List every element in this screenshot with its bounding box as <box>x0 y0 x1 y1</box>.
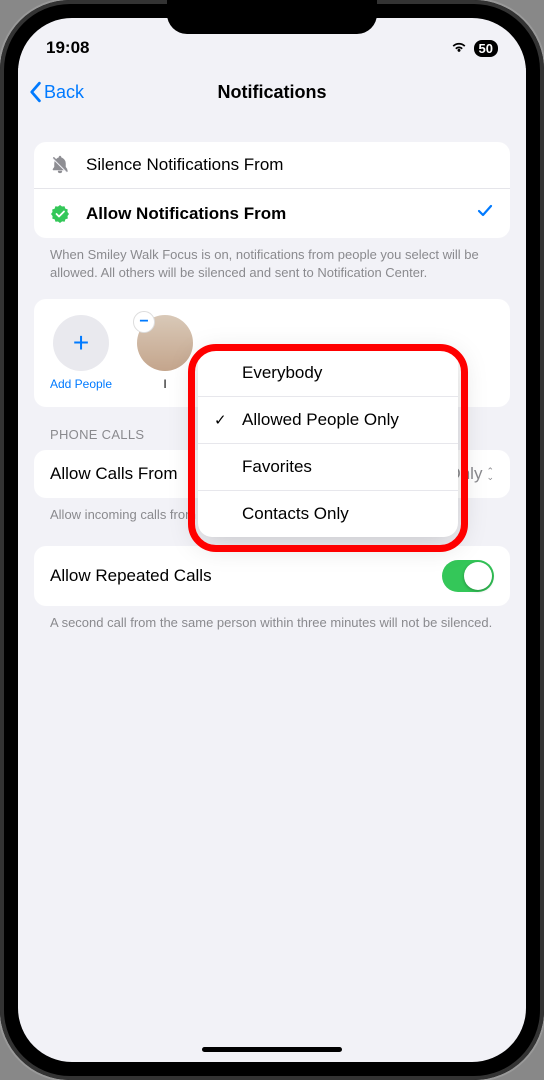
popup-option-label: Allowed People Only <box>242 410 399 430</box>
popup-option-label: Contacts Only <box>242 504 349 524</box>
notch <box>167 0 377 34</box>
repeated-calls-row: Allow Repeated Calls <box>34 546 510 606</box>
popup-option-everybody[interactable]: Everybody <box>198 350 458 397</box>
popup-option-allowed[interactable]: ✓ Allowed People Only <box>198 397 458 444</box>
repeated-calls-label: Allow Repeated Calls <box>50 566 212 586</box>
toggle-knob <box>464 562 492 590</box>
back-button[interactable]: Back <box>28 81 84 103</box>
checkmark-icon: ✓ <box>214 411 234 429</box>
add-people-label: Add People <box>50 377 112 391</box>
chevron-updown-icon: ⌃⌄ <box>486 468 494 480</box>
popup-option-contacts[interactable]: Contacts Only <box>198 491 458 537</box>
contact-name: I <box>163 377 166 391</box>
silence-option[interactable]: Silence Notifications From <box>34 142 510 189</box>
home-indicator[interactable] <box>202 1047 342 1052</box>
status-time: 19:08 <box>46 38 89 58</box>
popup-option-label: Favorites <box>242 457 312 477</box>
phone-frame: 19:08 50 Back Notifications S <box>0 0 544 1080</box>
allow-option[interactable]: Allow Notifications From <box>34 189 510 238</box>
wifi-icon <box>450 39 468 58</box>
notification-mode-card: Silence Notifications From Allow Notific… <box>34 142 510 238</box>
repeated-calls-description: A second call from the same person withi… <box>34 606 510 632</box>
repeated-calls-toggle[interactable] <box>442 560 494 592</box>
screen: 19:08 50 Back Notifications S <box>18 18 526 1062</box>
allow-label: Allow Notifications From <box>86 204 476 224</box>
plus-icon: + <box>53 315 109 371</box>
mode-description: When Smiley Walk Focus is on, notificati… <box>34 238 510 281</box>
add-people-button[interactable]: + Add People <box>46 315 116 391</box>
page-title: Notifications <box>18 82 526 103</box>
nav-bar: Back Notifications <box>18 68 526 116</box>
popup-option-label: Everybody <box>242 363 322 383</box>
checkmark-icon <box>476 202 494 225</box>
contact-avatar: − <box>137 315 193 371</box>
back-label: Back <box>44 82 84 103</box>
bell-slash-icon <box>50 155 76 175</box>
chevron-left-icon <box>28 81 42 103</box>
badge-check-icon <box>50 204 76 224</box>
allow-calls-label: Allow Calls From <box>50 464 178 484</box>
silence-label: Silence Notifications From <box>86 155 494 175</box>
calls-from-popup: Everybody ✓ Allowed People Only Favorite… <box>198 350 458 537</box>
battery-indicator: 50 <box>474 40 498 57</box>
popup-option-favorites[interactable]: Favorites <box>198 444 458 491</box>
contact-item[interactable]: − I <box>130 315 200 391</box>
remove-contact-button[interactable]: − <box>133 311 155 333</box>
